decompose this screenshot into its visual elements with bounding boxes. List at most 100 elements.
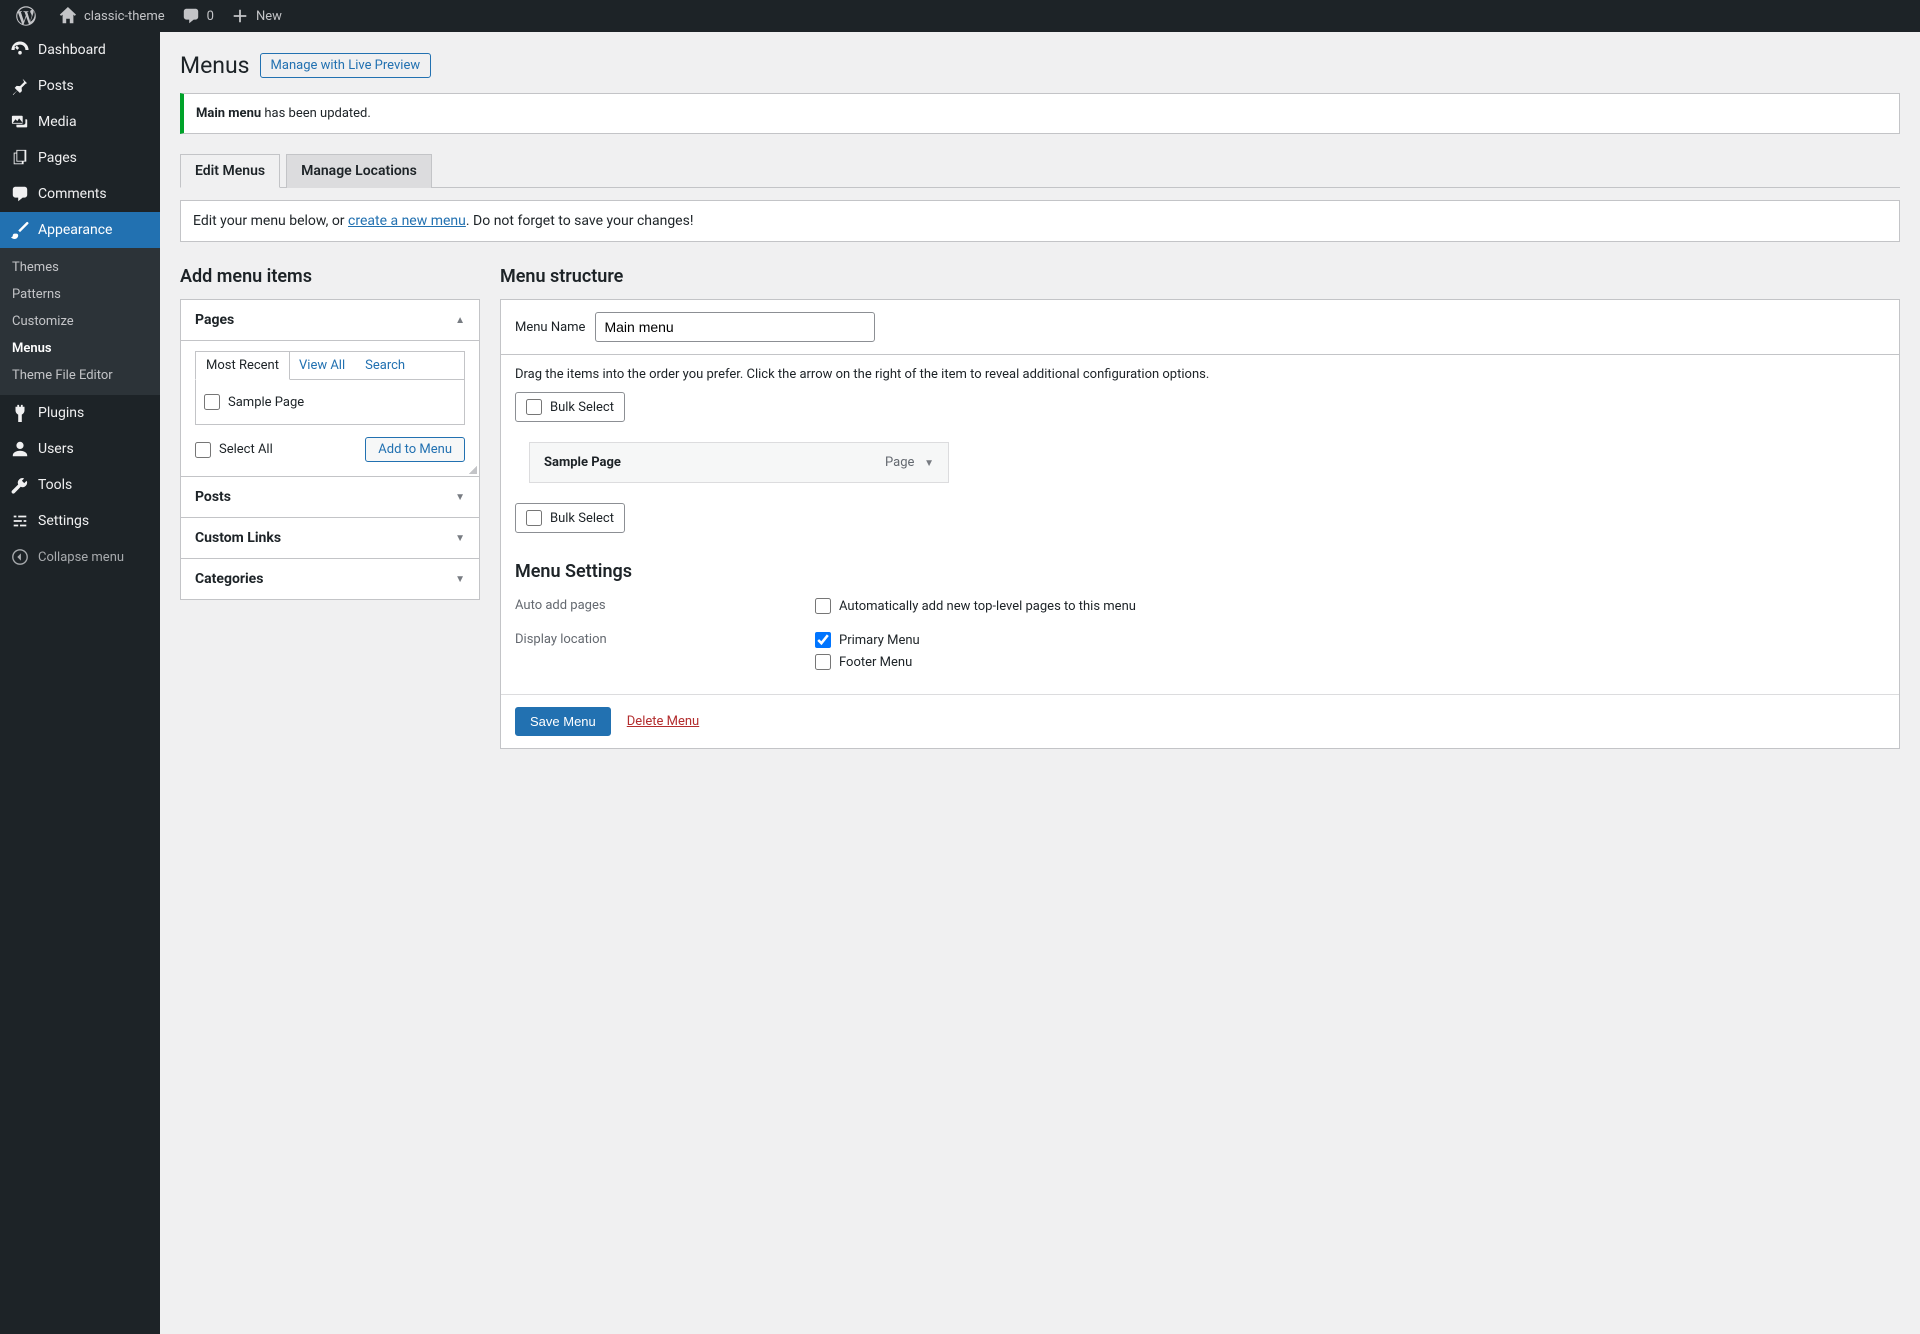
appearance-submenu: Themes Patterns Customize Menus Theme Fi… (0, 248, 160, 395)
menu-item-title: Sample Page (544, 455, 621, 470)
home-icon (58, 6, 78, 26)
subtab-recent[interactable]: Most Recent (195, 351, 290, 380)
wp-logo[interactable] (8, 0, 50, 32)
submenu-patterns[interactable]: Patterns (0, 281, 160, 308)
page-option-row[interactable]: Sample Page (204, 390, 456, 414)
sidebar-label: Tools (38, 477, 72, 493)
caret-down-icon: ▼ (455, 574, 465, 585)
primary-menu-checkbox[interactable] (815, 632, 831, 648)
submenu-customize[interactable]: Customize (0, 308, 160, 335)
comments-link[interactable]: 0 (173, 0, 222, 32)
bulk-checkbox[interactable] (526, 399, 542, 415)
wordpress-icon (16, 6, 36, 26)
success-notice: Main menu has been updated. (180, 93, 1900, 134)
auto-add-text: Automatically add new top-level pages to… (839, 599, 1136, 614)
submenu-themes[interactable]: Themes (0, 254, 160, 281)
posts-toggle[interactable]: Posts ▼ (181, 476, 479, 517)
sidebar-item-media[interactable]: Media (0, 104, 160, 140)
bulk-select-top[interactable]: Bulk Select (515, 392, 625, 422)
bulk-select-bottom[interactable]: Bulk Select (515, 503, 625, 533)
pages-toggle[interactable]: Pages ▲ (181, 300, 479, 341)
menu-item[interactable]: Sample Page Page ▼ (529, 442, 949, 483)
sidebar-label: Users (38, 441, 74, 457)
caret-down-icon: ▼ (455, 492, 465, 503)
brush-icon (10, 220, 30, 240)
sidebar-label: Media (38, 114, 77, 130)
caret-down-icon: ▼ (924, 458, 934, 469)
bulk-label: Bulk Select (550, 511, 614, 526)
page-checkbox[interactable] (204, 394, 220, 410)
sidebar-item-plugins[interactable]: Plugins (0, 395, 160, 431)
new-content-link[interactable]: New (222, 0, 290, 32)
hint-pre: Edit your menu below, or (193, 213, 348, 229)
collapse-label: Collapse menu (38, 550, 124, 565)
pages-subtabs: Most Recent View All Search (195, 351, 465, 379)
save-menu-button[interactable]: Save Menu (515, 707, 611, 736)
sidebar-label: Comments (38, 186, 107, 202)
primary-menu-option[interactable]: Primary Menu (815, 632, 920, 648)
auto-add-checkbox[interactable] (815, 598, 831, 614)
custom-links-label: Custom Links (195, 530, 281, 546)
create-menu-link[interactable]: create a new menu (348, 213, 466, 229)
primary-menu-text: Primary Menu (839, 633, 920, 648)
display-location-row: Display location Primary Menu Footer Men… (515, 626, 1885, 682)
hint-post: . Do not forget to save your changes! (466, 213, 694, 229)
bulk-checkbox[interactable] (526, 510, 542, 526)
footer-menu-checkbox[interactable] (815, 654, 831, 670)
delete-menu-link[interactable]: Delete Menu (627, 714, 699, 729)
structure-heading: Menu structure (500, 266, 1900, 287)
subtab-viewall[interactable]: View All (289, 352, 355, 379)
sidebar-item-settings[interactable]: Settings (0, 503, 160, 539)
notice-subject: Main menu (196, 106, 261, 121)
caret-up-icon: ▲ (455, 315, 465, 326)
plus-icon (230, 6, 250, 26)
site-name-link[interactable]: classic-theme (50, 0, 173, 32)
select-all-checkbox[interactable] (195, 442, 211, 458)
sidebar-item-tools[interactable]: Tools (0, 467, 160, 503)
sidebar-label: Pages (38, 150, 77, 166)
instructions-text: Drag the items into the order you prefer… (515, 367, 1885, 382)
sidebar-item-posts[interactable]: Posts (0, 68, 160, 104)
menu-item-type: Page (885, 455, 914, 470)
sidebar-item-dashboard[interactable]: Dashboard (0, 32, 160, 68)
select-all-label: Select All (219, 442, 273, 457)
new-label: New (256, 9, 282, 24)
auto-add-option[interactable]: Automatically add new top-level pages to… (815, 598, 1136, 614)
tab-manage-locations[interactable]: Manage Locations (286, 154, 432, 188)
select-all-row[interactable]: Select All (195, 438, 273, 462)
wrench-icon (10, 475, 30, 495)
tab-edit-menus[interactable]: Edit Menus (180, 154, 280, 188)
sidebar-item-users[interactable]: Users (0, 431, 160, 467)
collapse-icon (10, 547, 30, 567)
admin-top-bar: classic-theme 0 New (0, 0, 1920, 32)
sidebar-label: Settings (38, 513, 89, 529)
comments-icon (10, 184, 30, 204)
collapse-menu[interactable]: Collapse menu (0, 539, 160, 575)
comments-count: 0 (207, 9, 214, 24)
menu-name-input[interactable] (595, 312, 875, 342)
categories-toggle[interactable]: Categories ▼ (181, 558, 479, 599)
subtab-search[interactable]: Search (355, 352, 415, 379)
menu-name-label: Menu Name (515, 320, 585, 335)
sidebar-item-pages[interactable]: Pages (0, 140, 160, 176)
custom-links-toggle[interactable]: Custom Links ▼ (181, 517, 479, 558)
bulk-label: Bulk Select (550, 400, 614, 415)
display-location-label: Display location (515, 632, 815, 647)
user-icon (10, 439, 30, 459)
categories-label: Categories (195, 571, 263, 587)
footer-menu-text: Footer Menu (839, 655, 912, 670)
live-preview-button[interactable]: Manage with Live Preview (260, 53, 432, 78)
main-content: Menus Manage with Live Preview Main menu… (160, 32, 1920, 1334)
page-title: Menus (180, 52, 250, 79)
plugin-icon (10, 403, 30, 423)
sidebar-item-comments[interactable]: Comments (0, 176, 160, 212)
submenu-menus[interactable]: Menus (0, 335, 160, 362)
add-to-menu-button[interactable]: Add to Menu (365, 437, 465, 462)
menu-settings-heading: Menu Settings (515, 561, 1885, 582)
sidebar-item-appearance[interactable]: Appearance (0, 212, 160, 248)
submenu-theme-file-editor[interactable]: Theme File Editor (0, 362, 160, 389)
pages-label: Pages (195, 312, 234, 328)
pages-checklist: Sample Page (195, 379, 465, 425)
footer-menu-option[interactable]: Footer Menu (815, 654, 920, 670)
pages-icon (10, 148, 30, 168)
